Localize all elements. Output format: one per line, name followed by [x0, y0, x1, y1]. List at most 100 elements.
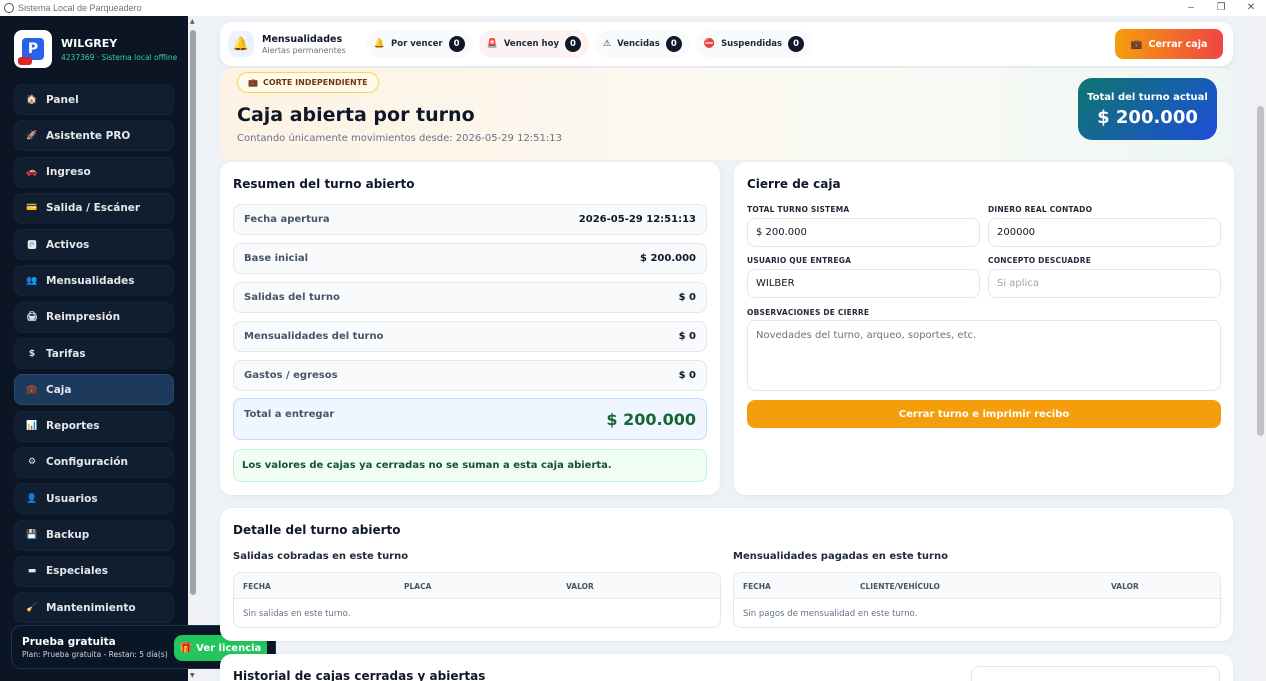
sidebar-item-panel[interactable]: 🏠 Panel	[14, 84, 174, 115]
shift-total-label: Total del turno actual	[1087, 92, 1208, 103]
alert-count: 0	[565, 36, 581, 52]
sidebar-item-mensualidades[interactable]: 👥 Mensualidades	[14, 265, 174, 297]
sidebar-item-label: Asistente PRO	[46, 129, 131, 142]
sidebar-item-label: Reportes	[46, 420, 100, 433]
summary-note: Los valores de cajas ya cerradas no se s…	[233, 449, 707, 482]
sidebar-scroll-thumb[interactable]	[190, 30, 196, 595]
sidebar-item-caja[interactable]: 💼 Caja	[14, 374, 174, 406]
shift-detail-title: Detalle del turno abierto	[233, 523, 401, 537]
sidebar-item-reimpresión[interactable]: 🖨 Reimpresión	[14, 301, 174, 333]
counted-money-field[interactable]: 200000	[988, 218, 1221, 247]
sidebar-item-salida-escáner[interactable]: 💳 Salida / Escáner	[14, 192, 174, 224]
sidebar-item-mantenimiento[interactable]: 🧹 Mantenimiento	[14, 592, 174, 624]
sidebar: P WILGREY 4237369 · Sistema local offlin…	[0, 16, 188, 681]
warning-icon: ⚠	[603, 39, 612, 49]
nav-icon: 💼	[26, 384, 38, 395]
restore-icon[interactable]: ❐	[1206, 0, 1236, 16]
observations-textarea[interactable]: Novedades del turno, arqueo, soportes, e…	[747, 320, 1221, 391]
summary-row: Base inicial $ 200.000	[233, 243, 707, 274]
summary-card: Resumen del turno abierto Fecha apertura…	[220, 162, 720, 495]
close-window-icon[interactable]: ✕	[1236, 0, 1266, 16]
close-register-button[interactable]: 💼 Cerrar caja	[1115, 29, 1223, 59]
parking-logo-icon: P	[14, 30, 52, 68]
close-shift-print-button[interactable]: Cerrar turno e imprimir recibo	[747, 400, 1221, 428]
summary-row-label: Fecha apertura	[244, 214, 330, 225]
nav-icon: $	[28, 348, 36, 359]
close-register-label: Cerrar caja	[1148, 38, 1208, 50]
sidebar-item-configuración[interactable]: ⚙ Configuración	[14, 446, 174, 478]
summary-row-value: $ 0	[678, 370, 696, 381]
summary-total-label: Total a entregar	[244, 409, 335, 420]
sidebar-item-label: Reimpresión	[46, 311, 121, 324]
table-header: FECHA PLACA VALOR	[234, 573, 720, 599]
summary-row: Mensualidades del turno $ 0	[233, 321, 707, 352]
brand-name: WILGREY	[61, 36, 118, 50]
summary-row-label: Base inicial	[244, 253, 309, 264]
window-title: Sistema Local de Parqueadero	[18, 3, 142, 13]
concept-label: CONCEPTO DESCUADRE	[988, 256, 1092, 265]
concept-field[interactable]: Si aplica	[988, 269, 1221, 298]
main-scrollbar[interactable]	[1255, 16, 1266, 681]
shift-total-value: $ 200.000	[1097, 107, 1198, 128]
user-label: USUARIO QUE ENTREGA	[747, 256, 852, 265]
siren-icon: 🚨	[486, 39, 498, 49]
sidebar-item-asistente-pro[interactable]: 🚀 Asistente PRO	[14, 120, 174, 152]
sidebar-item-especiales[interactable]: ▬ Especiales	[14, 555, 174, 587]
nav-icon: 💾	[26, 530, 38, 541]
alert-count: 0	[448, 36, 465, 52]
alert-label: Vencidas	[617, 39, 660, 49]
close-register-card: Cierre de caja TOTAL TURNO SISTEMA $ 200…	[734, 162, 1234, 495]
status-badge: 💼 CORTE INDEPENDIENTE	[237, 72, 379, 93]
trial-title: Prueba gratuita	[22, 635, 116, 648]
sidebar-item-label: Mensualidades	[46, 274, 135, 287]
sidebar-item-label: Configuración	[46, 456, 128, 469]
sidebar-item-label: Especiales	[46, 565, 108, 578]
history-title: Historial de cajas cerradas y abiertas	[233, 669, 486, 681]
nav-icon: 🧹	[26, 602, 38, 613]
summary-row-label: Mensualidades del turno	[244, 331, 384, 342]
summary-row-value: $ 0	[678, 292, 696, 303]
sidebar-item-label: Ingreso	[46, 166, 91, 179]
counted-money-label: DINERO REAL CONTADO	[988, 205, 1093, 214]
system-total-field[interactable]: $ 200.000	[747, 218, 980, 247]
shift-detail-card: Detalle del turno abierto Salidas cobrad…	[220, 508, 1233, 641]
sidebar-item-label: Mantenimiento	[46, 601, 136, 614]
summary-row: Salidas del turno $ 0	[233, 282, 707, 313]
column-header: FECHA	[743, 582, 771, 591]
alert-count: 0	[665, 36, 682, 52]
summary-row: Gastos / egresos $ 0	[233, 360, 707, 391]
scroll-up-icon[interactable]: ▲	[190, 18, 195, 25]
sidebar-item-backup[interactable]: 💾 Backup	[14, 519, 174, 551]
exits-table: FECHA PLACA VALOR Sin salidas en este tu…	[233, 572, 721, 628]
table-header: FECHA CLIENTE/VEHÍCULO VALOR	[734, 573, 1220, 599]
nav-icon: 🚀	[26, 130, 38, 141]
alert-pill-vencidas[interactable]: ⚠ Vencidas 0	[595, 30, 690, 58]
sidebar-item-reportes[interactable]: 📊 Reportes	[14, 410, 174, 442]
column-header: PLACA	[404, 582, 432, 591]
alert-pill-vencen-hoy[interactable]: 🚨 Vencen hoy 0	[478, 30, 589, 58]
sidebar-item-usuarios[interactable]: 👤 Usuarios	[14, 483, 174, 515]
alert-label: Suspendidas	[721, 39, 783, 49]
shift-total-box: Total del turno actual $ 200.000	[1078, 78, 1217, 140]
alert-label: Por vencer	[391, 39, 443, 49]
summary-title: Resumen del turno abierto	[233, 177, 415, 191]
system-total-label: TOTAL TURNO SISTEMA	[747, 205, 850, 214]
scroll-down-icon[interactable]: ▼	[190, 672, 195, 679]
sidebar-item-activos[interactable]: 🅿 Activos	[14, 229, 174, 261]
summary-row-value: 2026-05-29 12:51:13	[578, 214, 696, 225]
user-field[interactable]: WILBER	[747, 269, 980, 298]
sidebar-item-label: Activos	[46, 238, 90, 251]
history-filter-field[interactable]	[971, 666, 1220, 681]
page-subtitle: Contando únicamente movimientos desde: 2…	[237, 133, 562, 144]
sidebar-nav: 🏠 Panel 🚀 Asistente PRO 🚗 Ingreso 💳 Salida / Es…	[14, 84, 174, 628]
main-scroll-thumb[interactable]	[1257, 106, 1264, 436]
summary-row-value: $ 200.000	[640, 253, 696, 264]
sidebar-item-tarifas[interactable]: $ Tarifas	[14, 338, 174, 370]
badge-label: CORTE INDEPENDIENTE	[262, 78, 368, 87]
sidebar-scrollbar[interactable]: ▲ ▼	[188, 16, 198, 681]
minimize-icon[interactable]: –	[1176, 0, 1206, 16]
alert-pill-suspendidas[interactable]: ⛔ Suspendidas 0	[695, 30, 813, 58]
sidebar-item-ingreso[interactable]: 🚗 Ingreso	[14, 156, 174, 188]
alert-pill-por-vencer[interactable]: 🔔 Por vencer 0	[365, 30, 473, 58]
window-titlebar: Sistema Local de Parqueadero – ❐ ✕	[0, 0, 1266, 16]
